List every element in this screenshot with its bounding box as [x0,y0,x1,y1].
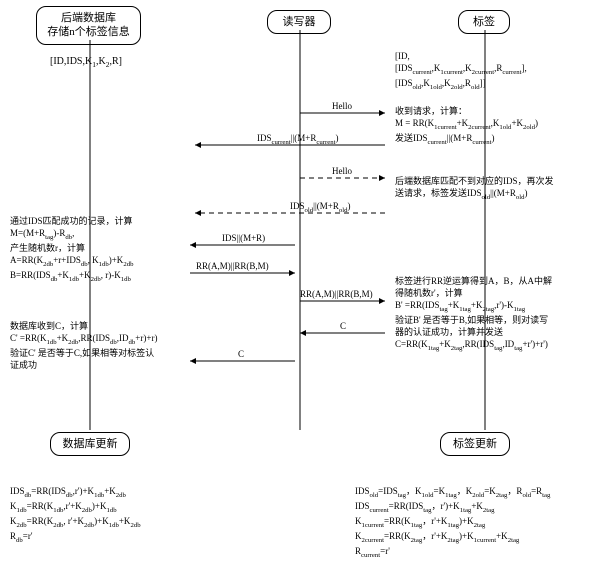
diagram-svg [0,0,600,577]
